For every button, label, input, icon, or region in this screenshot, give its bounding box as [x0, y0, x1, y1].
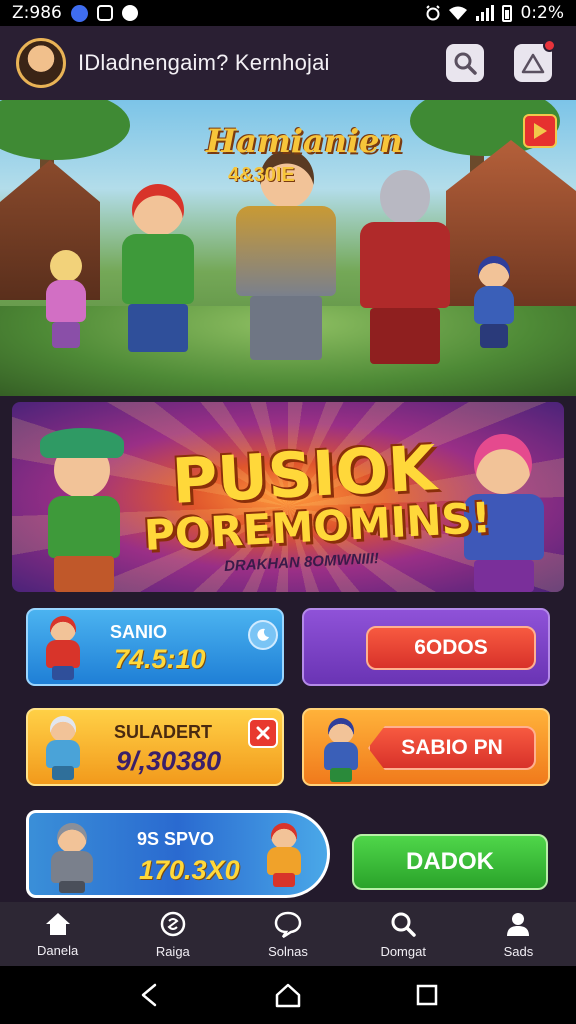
battery-percent: 0:2% [520, 3, 564, 23]
card-character [318, 718, 364, 782]
message-notification-icon [96, 5, 113, 21]
coin-icon [160, 911, 186, 936]
nav-label: Domgat [380, 943, 426, 959]
card-value: 74.5:10 [114, 644, 206, 674]
close-button[interactable] [248, 718, 278, 748]
sabio-pn-button[interactable]: SABIO PN [368, 726, 536, 770]
nav-label: Danela [37, 942, 79, 958]
stat-card-spvo[interactable]: 9S SPVO 170.3X0 [26, 810, 330, 898]
nav-label: Solnas [268, 943, 308, 959]
refresh-button[interactable] [248, 620, 278, 650]
play-button[interactable] [523, 114, 557, 148]
status-left: Z:986 [12, 3, 138, 23]
character-small-right [466, 256, 522, 350]
nav-item-raiga[interactable]: Raiga [115, 902, 230, 966]
notification-button[interactable] [514, 39, 556, 82]
hero-subtitle: 4&30IE [228, 164, 295, 186]
status-bar: Z:986 0:2% [0, 0, 576, 26]
play-icon [534, 123, 547, 139]
triangle-alert-icon [521, 53, 545, 74]
hero-banner[interactable]: Hamianien 4&30IE [0, 100, 576, 396]
alert-notification-icon [121, 5, 138, 21]
palm-leaves [0, 100, 130, 160]
avatar[interactable] [16, 38, 66, 88]
character-masked-warrior [350, 170, 460, 370]
signal-icon [476, 5, 495, 21]
wifi-icon [449, 6, 468, 20]
card-label: 9S SPVO [137, 829, 215, 849]
card-orange: SABIO PN [302, 708, 550, 786]
character-small-left [36, 250, 96, 350]
moon-icon [257, 628, 269, 641]
back-icon[interactable] [137, 982, 161, 1008]
stat-card-sanio[interactable]: SANIO 74.5:10 [26, 608, 284, 686]
close-icon [256, 726, 270, 740]
home-nav-icon[interactable] [274, 982, 302, 1008]
character-red-hair [108, 184, 208, 364]
card-value: 170.3X0 [139, 855, 240, 885]
card-purple: 6ODOS [302, 608, 550, 686]
search-icon [454, 52, 477, 75]
status-right: 0:2% [426, 3, 564, 23]
godos-button[interactable]: 6ODOS [366, 626, 536, 670]
app-notification-icon [70, 4, 88, 22]
app-title: IDladnengaim? Kernhojai [78, 50, 330, 75]
card-character [40, 616, 86, 680]
profile-icon [507, 912, 530, 936]
hero-title: Hamianien [206, 122, 403, 160]
card-character [40, 716, 86, 780]
nav-item-domgat[interactable]: Domgat [346, 902, 461, 966]
status-time: Z:986 [12, 3, 62, 23]
nav-label: Raiga [155, 943, 190, 959]
notification-badge [543, 39, 556, 52]
character-green-hat [28, 416, 148, 592]
nav-item-solnas[interactable]: Solnas [230, 902, 345, 966]
alarm-icon [426, 5, 441, 21]
card-character [261, 823, 313, 889]
recents-icon[interactable] [415, 983, 439, 1007]
promo-banner[interactable]: PUSIOK POREMOMINS! DRAKHAN 8OMWNIII! [12, 402, 564, 592]
app-header: IDladnengaim? Kernhojai [0, 26, 576, 100]
home-icon [45, 912, 70, 935]
nav-item-danela[interactable]: Danela [0, 902, 115, 966]
dadok-button[interactable]: DADOK [352, 834, 548, 890]
card-character [43, 823, 99, 893]
bottom-nav: Danela Raiga Solnas Domgat Sads [0, 902, 576, 966]
system-nav-bar [0, 966, 576, 1024]
nav-item-sads[interactable]: Sads [461, 902, 576, 966]
card-value: 9/,30380 [116, 746, 222, 776]
chat-bubble-icon [274, 911, 302, 938]
card-label: SANIO [110, 622, 168, 642]
search-icon [391, 912, 416, 937]
search-button[interactable] [446, 44, 484, 82]
card-label: SULADERT [114, 722, 212, 742]
stat-card-suladert[interactable]: SULADERT 9/,30380 [26, 708, 284, 786]
nav-label: Sads [503, 943, 534, 959]
battery-icon [502, 4, 513, 22]
